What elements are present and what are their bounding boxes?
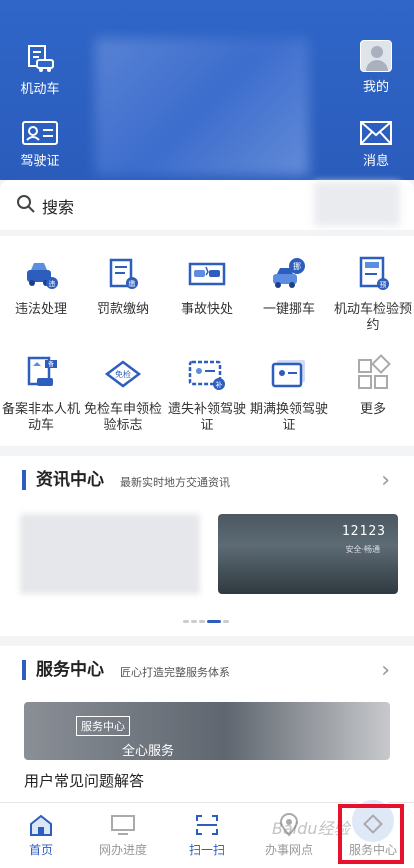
tab-home[interactable]: 首页 bbox=[0, 813, 82, 858]
svg-text:预: 预 bbox=[380, 280, 387, 289]
service-record[interactable]: 备 备案非本人机动车 bbox=[0, 354, 82, 434]
service-label: 机动车检验预约 bbox=[333, 302, 412, 333]
home-icon bbox=[30, 814, 52, 836]
service-label: 一键挪车 bbox=[262, 302, 315, 317]
service-label: 期满换领驾驶证 bbox=[249, 402, 328, 433]
reissue-license-icon: 补 bbox=[188, 360, 225, 390]
service-label: 免检车申领检验标志 bbox=[83, 402, 162, 433]
record-vehicle-icon: 备 bbox=[27, 356, 57, 386]
svg-text:挪: 挪 bbox=[293, 261, 301, 271]
service-violation[interactable]: 违 违法处理 bbox=[0, 254, 82, 318]
news-subtitle: 最新实时地方交通资讯 bbox=[120, 476, 230, 489]
license-button[interactable]: 驾驶证 bbox=[0, 120, 80, 169]
service-move-car[interactable]: 挪 一键挪车 bbox=[248, 254, 330, 318]
header: 机动车 驾驶证 我的 消息 bbox=[0, 0, 414, 180]
svg-text:缴: 缴 bbox=[129, 279, 136, 288]
service-label: 违法处理 bbox=[14, 302, 67, 317]
service-fine[interactable]: 缴 罚款缴纳 bbox=[82, 254, 164, 318]
service-more[interactable]: 更多 bbox=[332, 354, 414, 418]
blurred-area bbox=[314, 182, 400, 226]
service-center-title: 服务中心 bbox=[22, 660, 104, 680]
inspection-appointment-icon: 预 bbox=[359, 256, 389, 290]
service-label: 更多 bbox=[359, 402, 386, 417]
vehicle-doc-icon bbox=[28, 45, 54, 72]
news-image-blurred[interactable] bbox=[20, 514, 200, 594]
message-label: 消息 bbox=[362, 154, 389, 169]
banner-label: 12123 bbox=[341, 524, 386, 539]
service-renew[interactable]: 期满换领驾驶证 bbox=[248, 354, 330, 434]
search-bar[interactable]: 搜索 bbox=[0, 180, 414, 230]
service-badge: 服务中心 bbox=[76, 716, 130, 736]
service-banner-text: 全心服务 bbox=[122, 744, 175, 759]
tab-label: 扫一扫 bbox=[188, 843, 225, 857]
news-title: 资讯中心 bbox=[22, 470, 104, 490]
more-icon bbox=[358, 354, 391, 389]
move-car-icon: 挪 bbox=[273, 258, 305, 288]
my-button[interactable]: 我的 bbox=[336, 40, 414, 95]
vehicle-label: 机动车 bbox=[20, 82, 60, 97]
envelope-icon bbox=[360, 121, 392, 145]
service-inspection[interactable]: 预 机动车检验预约 bbox=[332, 254, 414, 334]
license-label: 驾驶证 bbox=[20, 154, 60, 169]
monitor-icon bbox=[111, 815, 135, 835]
tab-label: 网办进度 bbox=[98, 843, 147, 857]
carousel-dots bbox=[183, 608, 231, 627]
svg-text:免检: 免检 bbox=[115, 369, 131, 379]
tab-label: 办事网点 bbox=[264, 843, 313, 857]
service-accident[interactable]: 事故快处 bbox=[166, 254, 248, 318]
svg-text:违: 违 bbox=[49, 280, 56, 288]
service-center-section: 服务中心 匠心打造完整服务体系 › 服务中心 全心服务 用户常见问题解答 bbox=[0, 646, 414, 802]
exempt-label-icon: 免检 bbox=[104, 360, 142, 388]
my-label: 我的 bbox=[362, 80, 389, 95]
accident-icon bbox=[188, 262, 226, 286]
service-label: 罚款缴纳 bbox=[96, 302, 149, 317]
banner-sub: 安全·畅通 bbox=[345, 545, 380, 554]
service-label: 遗失补领驾驶证 bbox=[167, 402, 246, 433]
chevron-right-icon[interactable]: › bbox=[381, 658, 390, 683]
search-placeholder: 搜索 bbox=[42, 198, 75, 217]
tab-scan[interactable]: 扫一扫 bbox=[166, 797, 397, 858]
message-button[interactable]: 消息 bbox=[336, 120, 414, 169]
scan-icon bbox=[196, 815, 218, 835]
service-exempt[interactable]: 免检 免检车申领检验标志 bbox=[82, 354, 164, 434]
search-icon bbox=[17, 195, 35, 213]
avatar-icon bbox=[360, 40, 392, 72]
svg-text:备: 备 bbox=[48, 360, 54, 368]
vehicle-button[interactable]: 机动车 bbox=[0, 44, 80, 97]
blurred-area bbox=[95, 38, 309, 176]
fine-payment-icon: 缴 bbox=[109, 258, 138, 289]
news-section: 资讯中心 最新实时地方交通资讯 › 12123 安全·畅通 bbox=[0, 456, 414, 636]
tab-progress[interactable]: 网办进度 bbox=[82, 813, 164, 858]
service-label: 备案非本人机动车 bbox=[1, 402, 80, 433]
svg-text:补: 补 bbox=[216, 380, 223, 389]
service-reissue[interactable]: 补 遗失补领驾驶证 bbox=[166, 354, 248, 434]
renew-license-icon bbox=[271, 360, 305, 388]
service-grid: 违 违法处理 缴 罚款缴纳 事故快处 挪 一键挪车 预 机动车检验预约 备 备案… bbox=[0, 236, 414, 446]
faq-title: 用户常见问题解答 bbox=[24, 772, 145, 790]
tab-label: 首页 bbox=[28, 843, 53, 857]
car-violation-icon: 违 bbox=[27, 263, 58, 289]
news-image[interactable]: 12123 安全·畅通 bbox=[218, 514, 398, 594]
chevron-right-icon[interactable]: › bbox=[381, 468, 390, 493]
service-center-subtitle: 匠心打造完整服务体系 bbox=[120, 666, 230, 679]
service-label: 事故快处 bbox=[180, 302, 233, 317]
license-card-icon bbox=[22, 121, 58, 145]
highlight-box bbox=[338, 804, 404, 864]
service-banner[interactable]: 服务中心 全心服务 bbox=[24, 702, 390, 760]
